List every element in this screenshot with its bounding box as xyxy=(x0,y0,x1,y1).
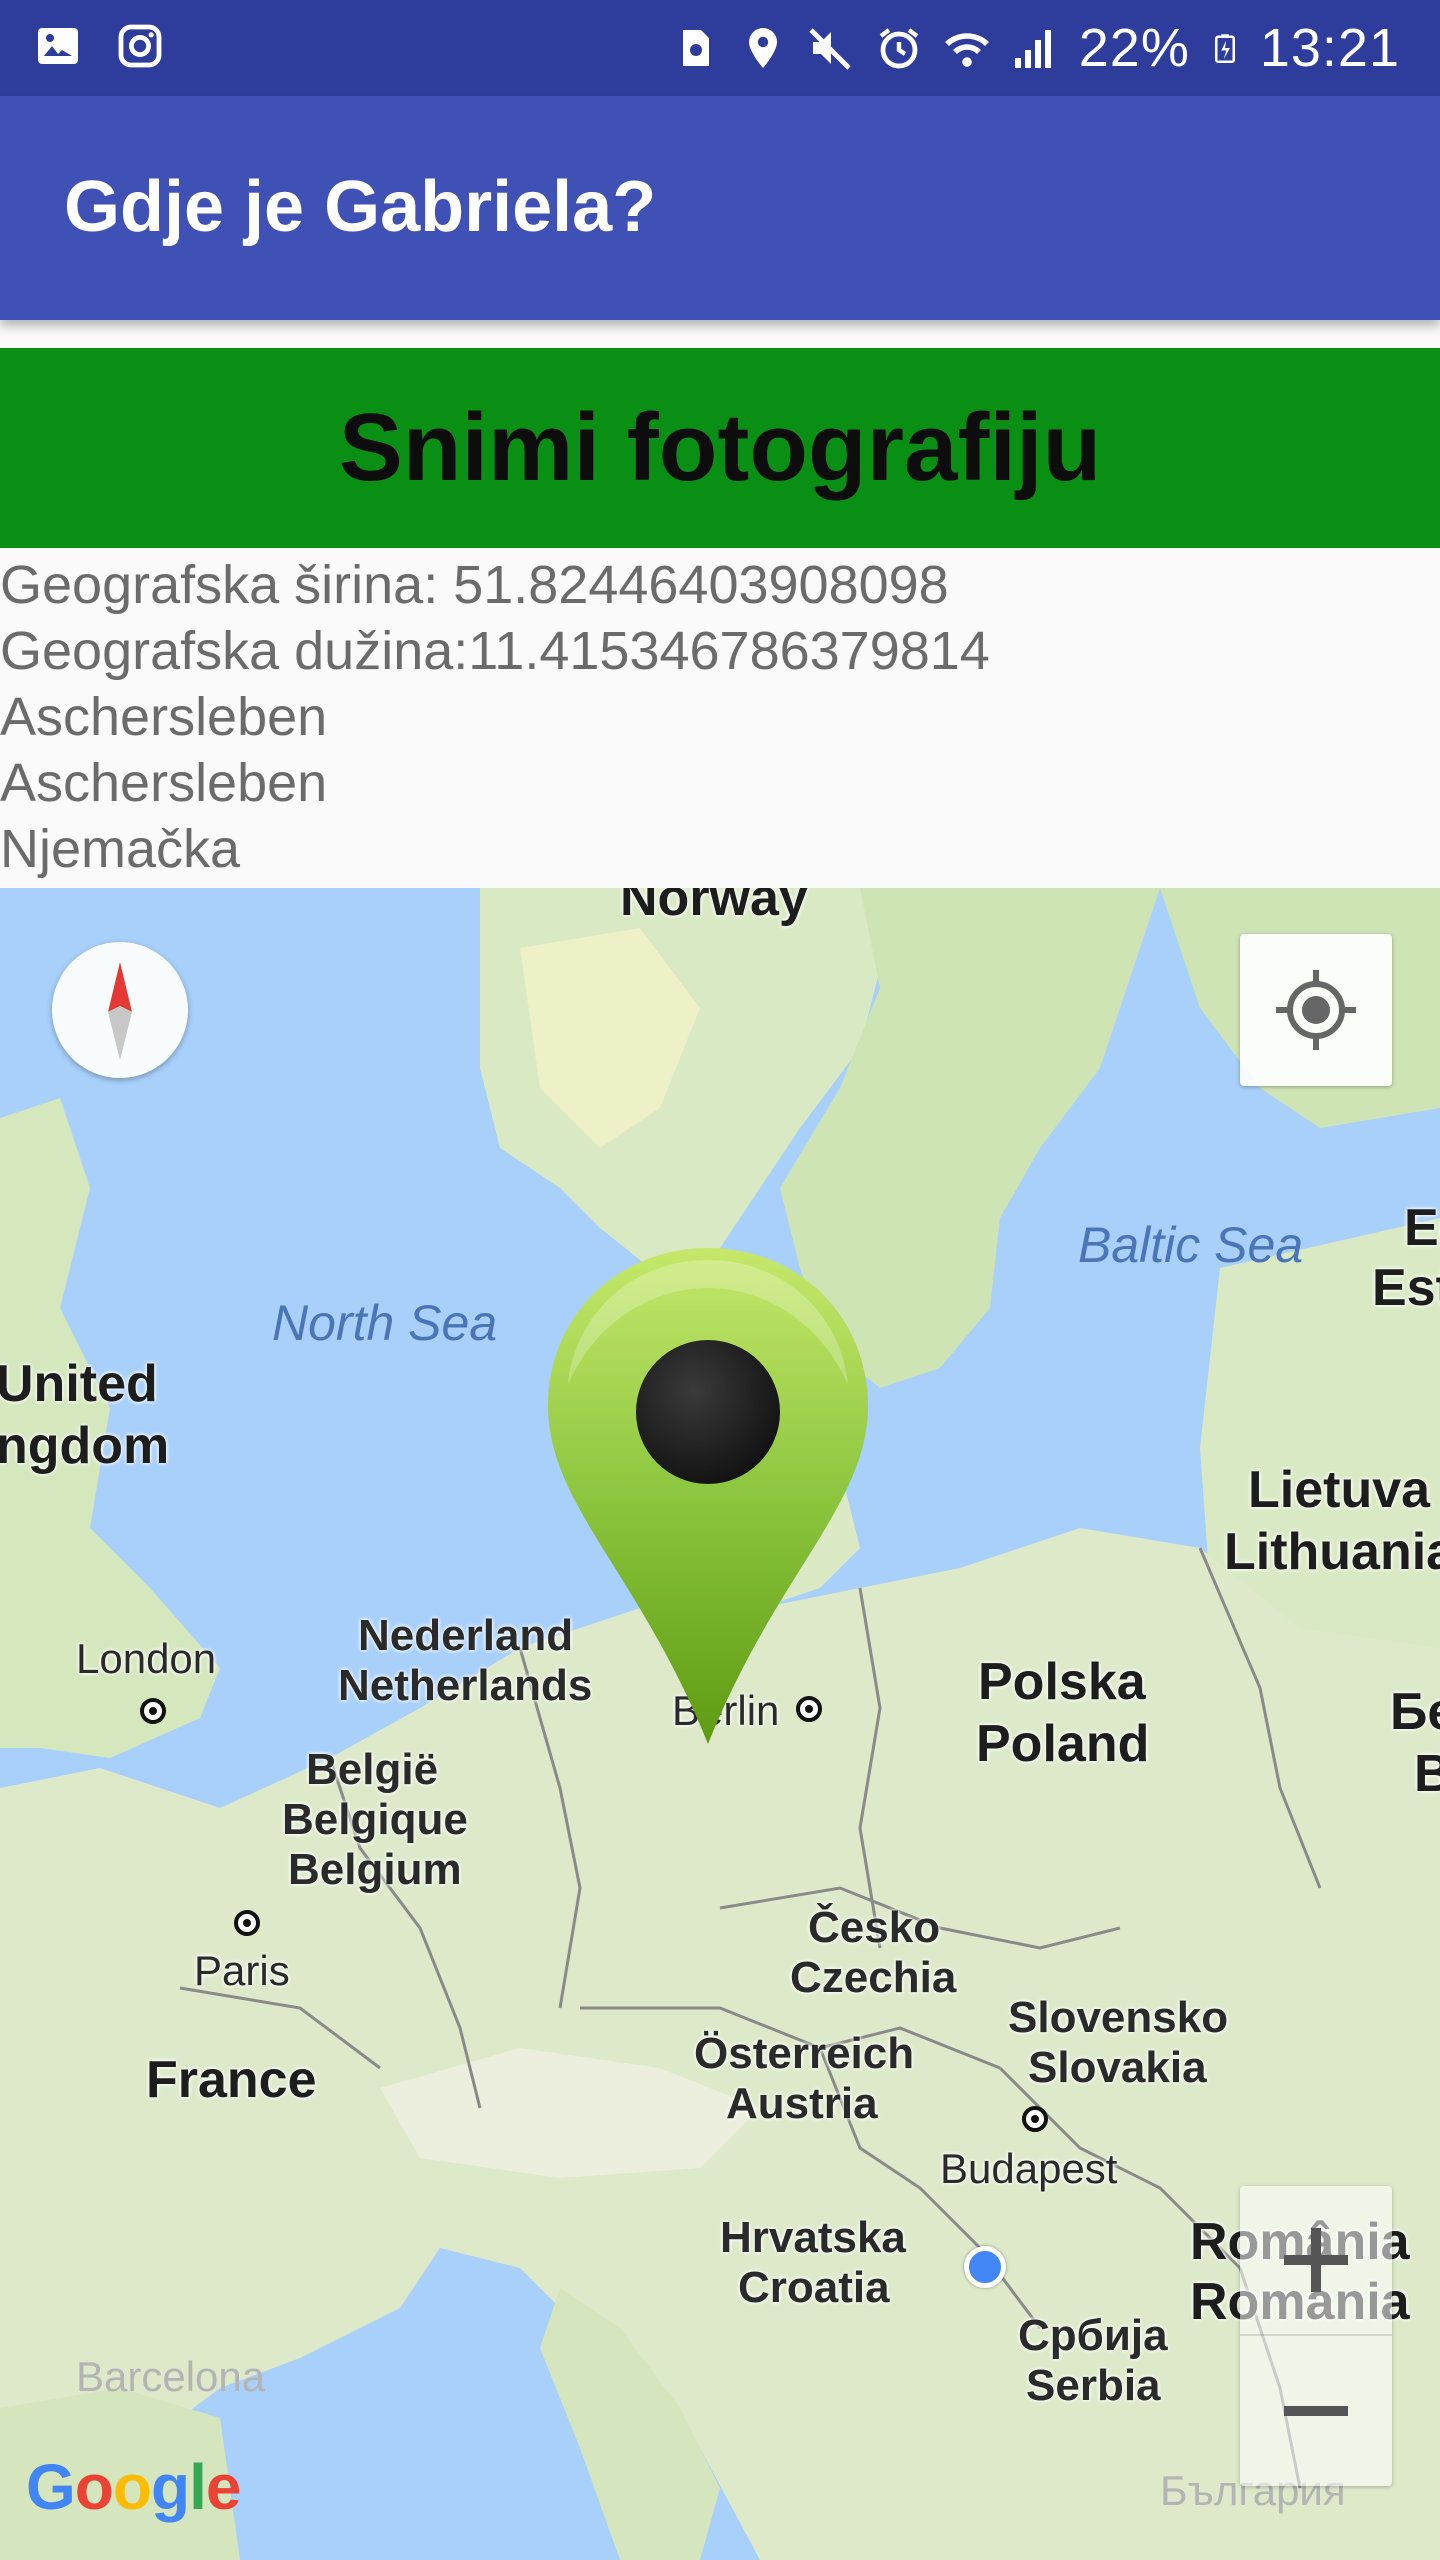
longitude-text: Geografska dužina:11.415346786379814 xyxy=(0,621,990,681)
wifi-icon xyxy=(944,33,989,67)
map-label-serbia-1: Србија xyxy=(1018,2311,1168,2360)
compass-button[interactable] xyxy=(52,942,188,1078)
my-location-button[interactable] xyxy=(1240,934,1392,1086)
country-text: Njemačka xyxy=(0,819,241,879)
zoom-in-button[interactable] xyxy=(1240,2186,1392,2336)
map-label-croatia-1: Hrvatska xyxy=(720,2213,906,2262)
zoom-out-button[interactable] xyxy=(1240,2336,1392,2486)
gallery-icon xyxy=(38,28,78,64)
battery-icon xyxy=(1214,34,1235,63)
clock: 13:21 xyxy=(1259,18,1400,78)
latitude-text: Geografska širina: 51.82446403908098 xyxy=(0,555,949,615)
map-label-lithuania-2: Lithuania xyxy=(1224,1523,1440,1581)
city-dot-london xyxy=(140,1698,166,1724)
signal-icon xyxy=(1014,30,1051,68)
locality-text: Aschersleben xyxy=(0,753,328,813)
crosshair-icon xyxy=(1276,970,1356,1050)
status-left-icons xyxy=(34,22,164,70)
mute-icon xyxy=(809,28,851,70)
map-view[interactable]: Norway North Sea Baltic Sea Ee Est Unite… xyxy=(0,888,1440,2560)
map-label-baltic-sea: Baltic Sea xyxy=(1078,1217,1304,1273)
battery-percent: 22% xyxy=(1078,18,1190,78)
map-label-slovakia-1: Slovensko xyxy=(1008,1993,1229,2042)
zoom-controls xyxy=(1240,2186,1392,2486)
instagram-icon xyxy=(118,24,162,68)
map-label-serbia-2: Serbia xyxy=(1026,2361,1161,2410)
take-photo-button[interactable]: Snimi fotografiju xyxy=(0,348,1440,548)
minus-icon xyxy=(1284,2406,1348,2416)
google-logo: Google xyxy=(26,2450,241,2524)
location-info: Geografska širina: 51.82446403908098 Geo… xyxy=(0,552,1440,882)
map-label-austria-2: Austria xyxy=(726,2079,878,2128)
status-bar: 22% 13:21 xyxy=(0,0,1440,96)
map-label-belarus-2: B xyxy=(1414,1745,1440,1803)
map-label-belgium-1: België xyxy=(306,1745,439,1794)
map-label-belgium-3: Belgium xyxy=(288,1845,462,1894)
take-photo-label: Snimi fotografiju xyxy=(338,394,1102,501)
map-label-paris: Paris xyxy=(194,1947,290,1994)
map-label-belgium-2: Belgique xyxy=(282,1795,468,1844)
location-marker-icon xyxy=(548,1248,868,1744)
map-label-slovakia-2: Slovakia xyxy=(1028,2043,1207,2092)
map-label-estonia-1: Ee xyxy=(1404,1199,1440,1257)
map-label-czechia-1: Česko xyxy=(808,1903,941,1952)
map-label-norway: Norway xyxy=(620,888,808,927)
map-label-barcelona: Barcelona xyxy=(76,2353,266,2400)
status-right-icons: 22% 13:21 xyxy=(671,14,1400,82)
map-label-lithuania-1: Lietuva xyxy=(1248,1461,1431,1519)
map-label-austria-1: Österreich xyxy=(694,2029,915,2078)
map-label-poland-2: Poland xyxy=(976,1715,1150,1773)
plus-icon xyxy=(1284,2228,1348,2292)
app-bar: Gdje je Gabriela? xyxy=(0,96,1440,320)
map-label-uk-1: United xyxy=(0,1355,158,1413)
city-dot-paris xyxy=(234,1910,260,1936)
alarm-icon xyxy=(879,28,919,69)
map-label-estonia-2: Est xyxy=(1372,1259,1440,1317)
map-label-czechia-2: Czechia xyxy=(790,1953,957,2002)
compass-icon xyxy=(108,962,132,1060)
app-title: Gdje je Gabriela? xyxy=(64,167,657,247)
map-label-poland-1: Polska xyxy=(978,1653,1146,1711)
storage-icon xyxy=(682,30,709,66)
map-label-croatia-2: Croatia xyxy=(738,2263,890,2312)
map-label-france: France xyxy=(146,2051,317,2109)
city-text: Aschersleben xyxy=(0,687,328,747)
map-label-london: London xyxy=(76,1635,217,1682)
location-icon xyxy=(748,28,777,68)
google-logo-text: Google xyxy=(26,2451,241,2523)
map-label-uk-2: ngdom xyxy=(0,1417,170,1475)
user-location-dot xyxy=(964,2246,1006,2288)
map-label-belarus-1: Бе xyxy=(1390,1683,1440,1741)
map-label-budapest: Budapest xyxy=(940,2145,1118,2192)
city-dot-budapest xyxy=(1022,2106,1048,2132)
map-label-north-sea: North Sea xyxy=(272,1295,498,1351)
